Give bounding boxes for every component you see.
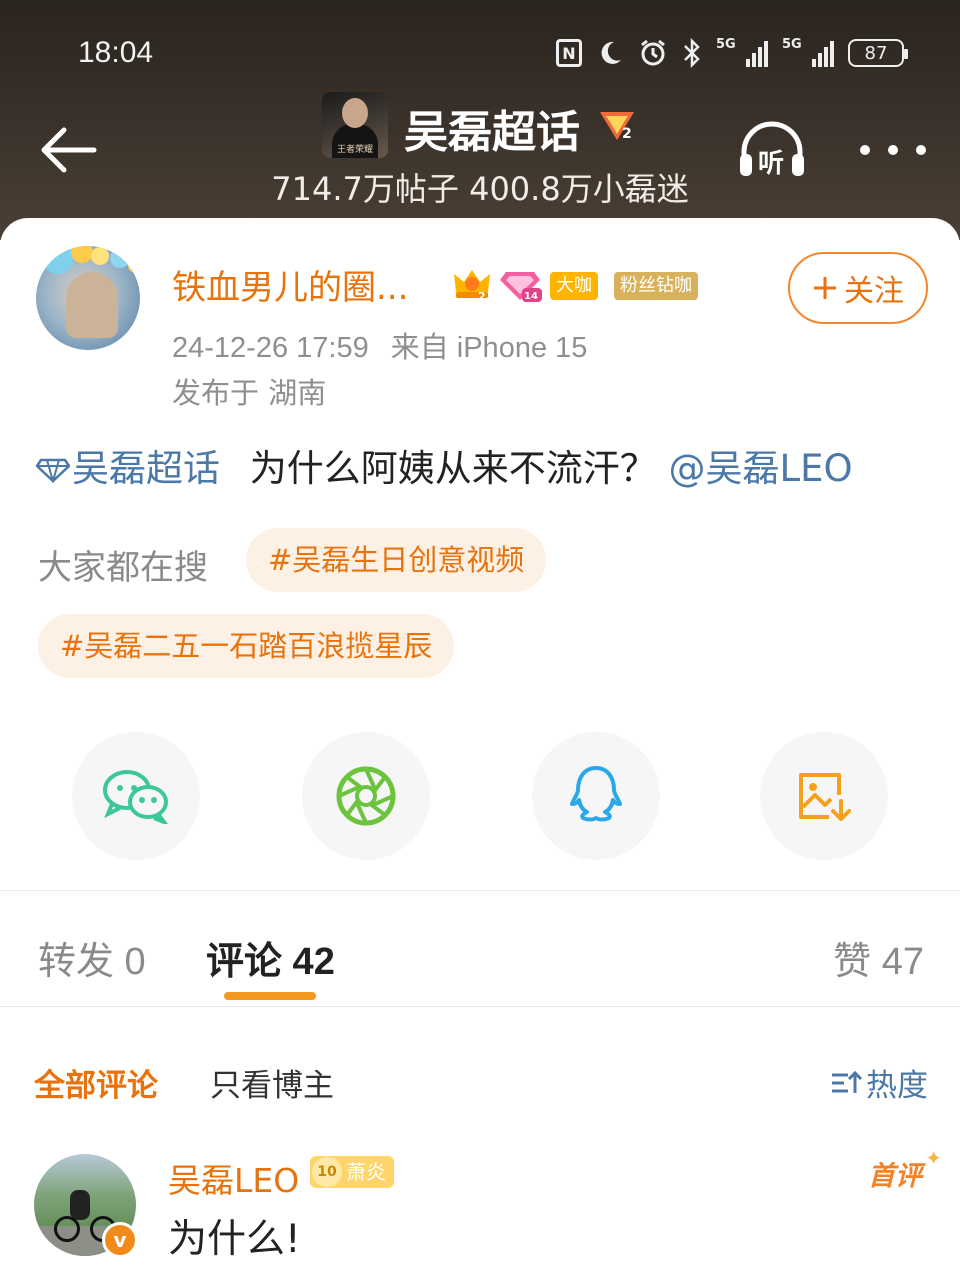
filter-all-comments[interactable]: 全部评论 — [34, 1060, 158, 1105]
signal-icon: 5G — [716, 37, 768, 67]
follow-label: 关注 — [844, 274, 904, 309]
svg-text:2: 2 — [478, 290, 486, 302]
post-source: 来自 iPhone 15 — [390, 332, 588, 364]
trending-chip[interactable]: #吴磊生日创意视频 — [246, 528, 547, 592]
fan-badge-label: 萧炎 — [346, 1160, 386, 1184]
topic-header: 18:04 N 5G 5G 87 王者荣耀 吴磊超话 2 714.7万帖子 40… — [0, 0, 960, 240]
trending-label: 大家都在搜 — [38, 548, 208, 588]
post-body: 吴磊超话 为什么阿姨从来不流汗？ @吴磊LEO — [36, 438, 853, 492]
poster-avatar[interactable] — [36, 246, 140, 350]
tag-fans-diamond: 粉丝钻咖 — [614, 272, 698, 300]
sort-button[interactable]: 热度 — [830, 1060, 928, 1105]
qq-icon — [570, 766, 622, 822]
topic-thumbnail[interactable]: 王者荣耀 — [322, 92, 388, 158]
comment-text: 为什么! — [168, 1217, 301, 1262]
save-image-button[interactable] — [760, 732, 888, 860]
topic-stats: 714.7万帖子 400.8万小磊迷 — [271, 170, 689, 208]
follow-button[interactable]: 关注 — [788, 252, 928, 324]
more-icon — [860, 145, 870, 155]
super-topic-level-icon: 2 — [600, 112, 634, 142]
share-qq-button[interactable] — [532, 732, 660, 860]
verified-badge: v — [102, 1222, 138, 1258]
fan-level-number: 10 — [312, 1157, 342, 1187]
wechat-icon — [103, 770, 168, 824]
trending-chip[interactable]: #吴磊二五一石踏百浪揽星辰 — [38, 614, 455, 678]
share-moments-button[interactable] — [302, 732, 430, 860]
crown-badge-icon: 2 — [454, 270, 490, 302]
fan-level-badge: 10 萧炎 — [310, 1156, 394, 1188]
post-timestamp: 24-12-26 17:59 — [172, 332, 369, 364]
poster-username[interactable]: 铁血男儿的圈... — [172, 260, 408, 309]
bluetooth-icon — [682, 38, 702, 68]
nfc-icon: N — [556, 39, 582, 67]
status-icons: N 5G 5G 87 — [556, 37, 908, 68]
svg-text:听: 听 — [758, 149, 784, 179]
status-bar: 18:04 N 5G 5G 87 — [0, 30, 960, 80]
post-meta: 24-12-26 17:59 来自 iPhone 15 — [172, 324, 587, 366]
tag-dakai: 大咖 — [550, 272, 598, 300]
moon-icon — [596, 38, 624, 68]
post-card: 铁血男儿的圈... 2 14 大咖 粉丝钻咖 关注 24-12-26 17:59… — [0, 218, 960, 1272]
first-comment-tag: 首评 — [868, 1146, 942, 1193]
divider — [0, 890, 960, 891]
headphone-icon: 听 — [740, 121, 804, 179]
commenter-username[interactable]: 吴磊LEO — [168, 1154, 299, 1202]
post-mention[interactable]: @吴磊LEO — [669, 447, 853, 490]
share-wechat-button[interactable] — [72, 732, 200, 860]
post-topic-link[interactable]: 吴磊超话 — [36, 447, 220, 490]
filter-author-only[interactable]: 只看博主 — [210, 1060, 334, 1105]
save-image-icon — [799, 773, 851, 821]
commenter-avatar[interactable]: v — [34, 1154, 138, 1258]
divider — [0, 1006, 960, 1007]
plus-icon — [814, 277, 836, 299]
super-topic-gem-icon — [36, 458, 70, 483]
sort-label: 热度 — [866, 1068, 928, 1104]
listen-button[interactable]: 听 — [736, 120, 808, 180]
battery-icon: 87 — [848, 39, 908, 67]
sort-icon — [832, 1070, 862, 1093]
svg-text:14: 14 — [524, 291, 538, 302]
signal-icon: 5G — [782, 37, 834, 67]
post-location: 发布于 湖南 — [172, 376, 327, 410]
status-time: 18:04 — [78, 36, 154, 69]
thumb-caption: 王者荣耀 — [336, 145, 373, 155]
active-tab-indicator — [224, 992, 316, 1000]
avatar-pendant-icon — [42, 246, 140, 274]
more-button[interactable] — [860, 130, 926, 170]
post-text: 为什么阿姨从来不流汗？ — [249, 447, 657, 490]
topic-title[interactable]: 吴磊超话 — [404, 96, 580, 160]
svg-text:2: 2 — [622, 126, 632, 142]
tab-like[interactable]: 赞 47 — [833, 930, 924, 985]
diamond-badge-icon: 14 — [500, 272, 542, 302]
tab-comment[interactable]: 评论 42 — [206, 930, 335, 985]
tab-repost[interactable]: 转发 0 — [38, 930, 146, 985]
moments-icon — [336, 766, 396, 826]
alarm-icon — [638, 38, 668, 68]
